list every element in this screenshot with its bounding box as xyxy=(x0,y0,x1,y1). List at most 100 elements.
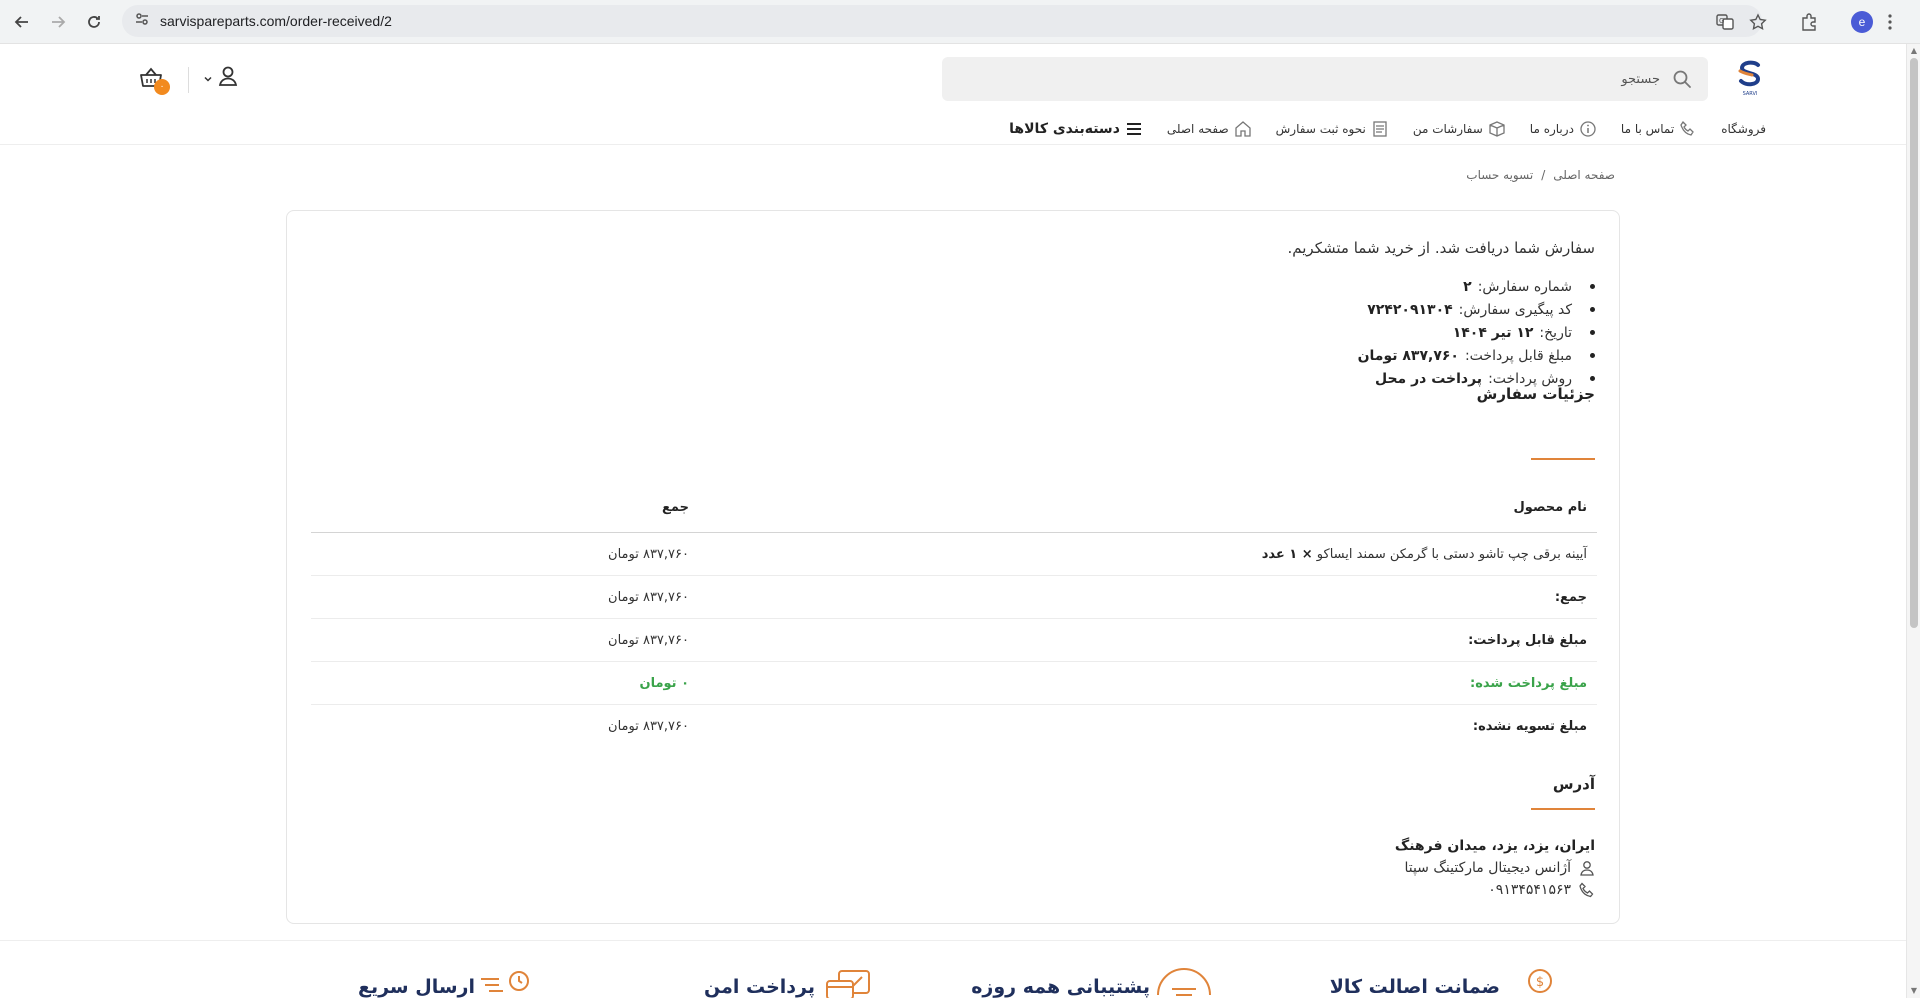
nav-item-my-orders[interactable]: سفارشات من xyxy=(1413,120,1506,138)
subtotal-value: ۸۳۷,۷۶۰ تومان xyxy=(608,589,689,605)
reload-icon[interactable] xyxy=(82,10,106,34)
support-icon xyxy=(1157,967,1216,998)
site-logo[interactable]: SARVI xyxy=(1732,57,1768,97)
info-icon xyxy=(1579,120,1597,138)
nav-item-label: تماس با ما xyxy=(1620,122,1675,136)
paid-label: مبلغ پرداخت شده: xyxy=(1470,675,1587,691)
extensions-icon[interactable] xyxy=(1796,9,1822,35)
header-total: جمع xyxy=(662,500,689,515)
unsettled-value: ۸۳۷,۷۶۰ تومان xyxy=(608,719,689,734)
svg-text:G: G xyxy=(1719,17,1724,25)
cart-button[interactable]: ۰ xyxy=(138,65,172,97)
feature-title: ارسال سریع xyxy=(358,976,475,998)
table-header-row: نام محصول جمع xyxy=(311,483,1597,533)
order-thanks-message: سفارش شما دریافت شد. از خرید شما متشکریم… xyxy=(1287,239,1596,257)
breadcrumb: صفحه اصلی / تسویه حساب xyxy=(1466,168,1615,182)
feature-fast-delivery: ارسال سریع xyxy=(358,967,541,998)
profile-avatar[interactable]: e xyxy=(1849,9,1875,35)
address-line: ایران، یزد، یزد، میدان فرهنگ xyxy=(1394,838,1595,854)
svg-text:SARVI: SARVI xyxy=(1743,91,1758,97)
feature-secure-payment: پرداخت امن xyxy=(704,967,881,998)
fast-delivery-icon xyxy=(481,967,541,998)
overview-order-number: شماره سفارش: ۲ xyxy=(1358,275,1595,298)
overview-payable-amount: مبلغ قابل پرداخت: ۸۳۷,۷۶۰ تومان xyxy=(1358,344,1595,367)
scroll-down-icon[interactable]: ▼ xyxy=(1910,987,1918,995)
coin-shield-icon: $ xyxy=(1514,967,1566,998)
breadcrumb-current: تسویه حساب xyxy=(1466,168,1534,182)
breadcrumb-home[interactable]: صفحه اصلی xyxy=(1553,168,1615,182)
order-details-table: نام محصول جمع آیینه برقی چپ تاشو دستی با… xyxy=(311,483,1597,748)
svg-text:$: $ xyxy=(1536,975,1544,990)
header-product: نام محصول xyxy=(1513,500,1587,515)
nav-item-shop[interactable]: فروشگاه xyxy=(1721,122,1766,136)
table-row: مبلغ قابل پرداخت: ۸۳۷,۷۶۰ تومان xyxy=(311,619,1597,662)
nav-categories-label: دسته‌بندی کالاها xyxy=(1009,121,1120,137)
search-input[interactable] xyxy=(960,57,1660,101)
table-row: مبلغ پرداخت شده: ۰ تومان xyxy=(311,662,1597,705)
nav-item-contact[interactable]: تماس با ما xyxy=(1621,120,1697,138)
order-details-underline xyxy=(1531,458,1595,460)
address-name: آژانس دیجیتال مارکتینگ سپتا xyxy=(1404,860,1571,876)
address-phone: ۰۹۱۳۴۵۴۱۵۶۳ xyxy=(1488,882,1571,898)
phone-icon xyxy=(1679,120,1697,138)
secure-payment-icon xyxy=(826,967,881,998)
product-quantity: × ۱ عدد xyxy=(1261,546,1313,562)
breadcrumb-separator: / xyxy=(1541,168,1546,182)
feature-title: پرداخت امن xyxy=(703,976,815,998)
order-overview: شماره سفارش: ۲ کد پیگیری سفارش: ۷۲۴۲۰۹۱۳۰۴… xyxy=(1358,275,1595,390)
payable-label: مبلغ قابل پرداخت: xyxy=(1468,632,1587,648)
scroll-up-icon[interactable]: ▲ xyxy=(1910,47,1918,55)
address-phone-line: ۰۹۱۳۴۵۴۱۵۶۳ xyxy=(1395,879,1595,901)
address-bar[interactable]: sarvispareparts.com/order-received/2 xyxy=(122,5,1762,37)
cart-count-badge: ۰ xyxy=(154,79,170,95)
table-row: آیینه برقی چپ تاشو دستی با گرمکن سمند ای… xyxy=(311,533,1597,576)
nav-item-how-to-order[interactable]: نحوه ثبت سفارش xyxy=(1276,120,1389,138)
address-title: آدرس xyxy=(1552,775,1595,793)
feature-title: پشتیبانی همه روزه xyxy=(971,976,1150,998)
browser-menu-icon[interactable] xyxy=(1880,9,1900,35)
bookmark-star-icon[interactable] xyxy=(1745,9,1771,35)
features-strip: $ ضمانت اصالت کالا پشتیبانی همه روزه پرد… xyxy=(0,940,1906,998)
order-received-card: سفارش شما دریافت شد. از خرید شما متشکریم… xyxy=(286,210,1620,924)
nav-item-about[interactable]: درباره ما xyxy=(1530,120,1597,138)
back-icon[interactable] xyxy=(10,10,34,34)
address-name-line: آژانس دیجیتال مارکتینگ سپتا xyxy=(1395,857,1595,879)
overview-tracking-code: کد پیگیری سفارش: ۷۲۴۲۰۹۱۳۰۴ xyxy=(1358,298,1595,321)
search-icon[interactable] xyxy=(1672,69,1692,89)
nav-item-label: فروشگاه xyxy=(1721,122,1766,136)
feature-title: ضمانت اصالت کالا xyxy=(1329,976,1500,998)
unsettled-label: مبلغ تسویه نشده: xyxy=(1472,719,1587,734)
header-divider xyxy=(188,67,189,93)
translate-icon[interactable]: G xyxy=(1712,9,1738,35)
home-icon xyxy=(1234,120,1252,138)
table-row: جمع: ۸۳۷,۷۶۰ تومان xyxy=(311,576,1597,619)
site-info-icon[interactable] xyxy=(134,11,150,31)
nav-item-label: درباره ما xyxy=(1529,122,1574,136)
user-account-button[interactable] xyxy=(203,65,243,91)
box-icon xyxy=(1488,120,1506,138)
menu-icon xyxy=(1125,120,1143,138)
site-header: SARVI ۰ دسته‌بندی کالاها xyxy=(0,45,1906,145)
order-details-title: جزئیات سفارش xyxy=(1476,385,1595,403)
address-block: ایران، یزد، یزد، میدان فرهنگ آژانس دیجیت… xyxy=(1395,835,1595,901)
table-row: مبلغ تسویه نشده: ۸۳۷,۷۶۰ تومان xyxy=(311,705,1597,748)
nav-item-label: سفارشات من xyxy=(1412,122,1483,136)
feature-authenticity: $ ضمانت اصالت کالا xyxy=(1330,967,1566,998)
chevron-down-icon xyxy=(203,69,213,88)
url-text[interactable]: sarvispareparts.com/order-received/2 xyxy=(160,13,392,29)
nav-item-label: نحوه ثبت سفارش xyxy=(1275,122,1366,136)
nav-item-home[interactable]: صفحه اصلی xyxy=(1167,120,1252,138)
browser-toolbar: sarvispareparts.com/order-received/2 G e xyxy=(0,0,1920,44)
user-icon xyxy=(217,65,239,91)
scrollbar-thumb[interactable] xyxy=(1910,58,1918,628)
document-icon xyxy=(1371,120,1389,138)
nav-categories[interactable]: دسته‌بندی کالاها xyxy=(1009,120,1143,138)
address-underline xyxy=(1531,808,1595,810)
feature-support: پشتیبانی همه روزه xyxy=(971,967,1216,998)
page-scrollbar[interactable]: ▲ ▼ xyxy=(1906,44,1920,998)
forward-icon[interactable] xyxy=(46,10,70,34)
nav-item-label: صفحه اصلی xyxy=(1166,122,1229,136)
product-name-link[interactable]: آیینه برقی چپ تاشو دستی با گرمکن سمند ای… xyxy=(1317,547,1587,562)
user-icon xyxy=(1579,860,1595,876)
search-box[interactable] xyxy=(942,57,1708,101)
